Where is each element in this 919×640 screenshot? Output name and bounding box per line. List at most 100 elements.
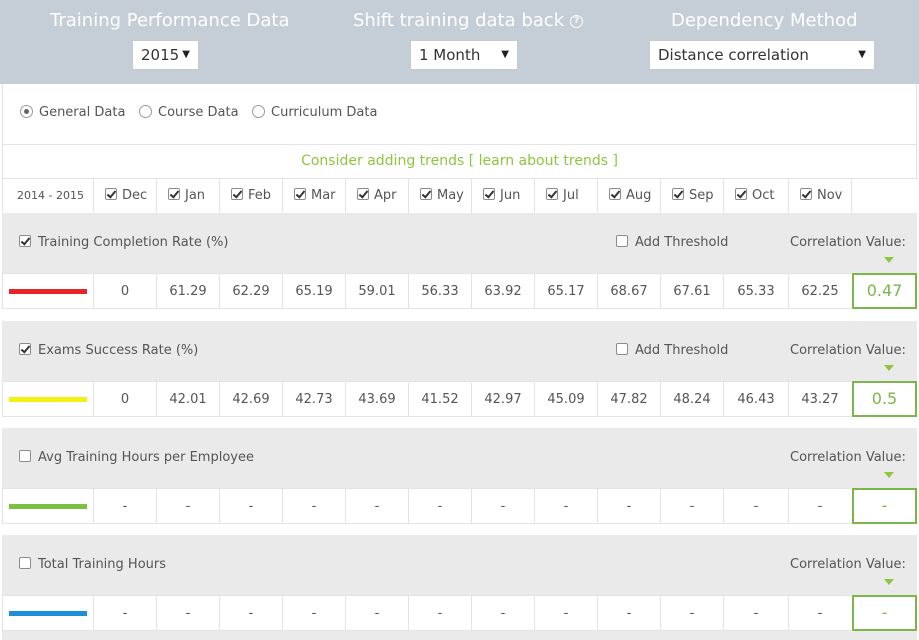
month-checkbox[interactable]	[609, 188, 621, 200]
value-cell: -	[93, 488, 156, 524]
caret-down-icon	[884, 579, 894, 585]
caret-down-icon	[884, 472, 894, 478]
value-cell: -	[660, 595, 723, 631]
radio-button[interactable]	[20, 105, 33, 118]
month-label: Feb	[248, 188, 272, 203]
metric-checkbox[interactable]	[19, 557, 31, 569]
value-cell: -	[471, 488, 534, 524]
correlation-value-label: Correlation Value:	[790, 450, 906, 465]
month-checkbox[interactable]	[800, 188, 812, 200]
month-checkbox[interactable]	[357, 188, 369, 200]
month-checkbox[interactable]	[294, 188, 306, 200]
threshold-checkbox[interactable]	[616, 343, 628, 355]
caret-down-icon	[884, 365, 894, 371]
radio-button[interactable]	[139, 105, 152, 118]
month-toggle-jan[interactable]: Jan	[156, 179, 219, 214]
month-toggle-jun[interactable]: Jun	[471, 179, 534, 214]
metric-toggle[interactable]: Total Training Hours	[19, 557, 166, 572]
month-label: Nov	[817, 188, 843, 203]
month-checkbox[interactable]	[105, 188, 117, 200]
value-cell: -	[660, 488, 723, 524]
radio-course-data[interactable]: Course Data	[139, 105, 239, 120]
add-threshold-toggle[interactable]: Add Threshold	[616, 343, 728, 358]
radio-button[interactable]	[252, 105, 265, 118]
month-header-row: 2014 - 2015 Dec Jan Feb Mar Apr May Jun Jul Aug S…	[2, 178, 917, 214]
value-cell: 61.29	[156, 273, 219, 309]
value-cell: -	[534, 488, 597, 524]
metric-toggle[interactable]: Exams Success Rate (%)	[19, 343, 198, 358]
month-toggle-nov[interactable]: Nov	[788, 179, 851, 214]
value-cell: -	[723, 595, 788, 631]
value-cell: -	[282, 595, 345, 631]
metric-checkbox[interactable]	[19, 235, 31, 247]
correlation-value-box: 0.47	[852, 273, 917, 309]
value-cell: 46.43	[723, 381, 788, 417]
series-color-cell	[2, 273, 93, 309]
value-cell: -	[156, 488, 219, 524]
question-circle-icon[interactable]: ?	[570, 14, 584, 28]
metric-label: Exams Success Rate (%)	[38, 343, 199, 358]
metric-values-row: -------------	[2, 595, 917, 631]
month-toggle-dec[interactable]: Dec	[93, 179, 156, 214]
header-bar: Training Performance Data 2015 ▼ Shift t…	[0, 0, 919, 84]
dependency-method-select[interactable]: Distance correlation ▼	[649, 40, 875, 70]
month-checkbox[interactable]	[735, 188, 747, 200]
value-cell: -	[408, 595, 471, 631]
threshold-label: Add Threshold	[635, 235, 729, 250]
trend-hint-text: Consider adding trends	[301, 153, 469, 169]
month-toggle-jul[interactable]: Jul	[534, 179, 597, 214]
metric-toggle[interactable]: Training Completion Rate (%)	[19, 235, 228, 250]
radio-curriculum-data[interactable]: Curriculum Data	[252, 105, 377, 120]
month-toggle-sep[interactable]: Sep	[660, 179, 723, 214]
value-cell: 45.09	[534, 381, 597, 417]
month-checkbox[interactable]	[420, 188, 432, 200]
month-checkbox[interactable]	[231, 188, 243, 200]
series-color-cell	[2, 488, 93, 524]
metric-values-row: -------------	[2, 488, 917, 524]
month-toggle-oct[interactable]: Oct	[723, 179, 788, 214]
dependency-select-value: Distance correlation	[658, 46, 809, 64]
month-checkbox[interactable]	[672, 188, 684, 200]
month-toggle-may[interactable]: May	[408, 179, 471, 214]
chevron-down-icon: ▼	[858, 49, 866, 60]
series-color-swatch	[9, 504, 87, 509]
year-select[interactable]: 2015 ▼	[132, 40, 199, 70]
threshold-checkbox[interactable]	[616, 235, 628, 247]
metric-header-band: Total Training Hours Correlation Value:	[2, 535, 917, 595]
metric-values-row: 0 61.29 62.29 65.19 59.01 56.33 63.92 65.17 68.6…	[2, 273, 917, 309]
value-cell: 42.73	[282, 381, 345, 417]
month-label: Dec	[122, 188, 148, 203]
shift-select[interactable]: 1 Month ▼	[410, 40, 518, 70]
month-checkbox[interactable]	[483, 188, 495, 200]
value-cell: -	[597, 595, 660, 631]
value-cell: -	[471, 595, 534, 631]
add-threshold-toggle[interactable]: Add Threshold	[616, 235, 728, 250]
value-cell: -	[156, 595, 219, 631]
metric-checkbox[interactable]	[19, 450, 31, 462]
value-cell: -	[597, 488, 660, 524]
value-cell: 62.29	[219, 273, 282, 309]
month-toggle-apr[interactable]: Apr	[345, 179, 408, 214]
value-cell: 65.19	[282, 273, 345, 309]
value-cell: -	[408, 488, 471, 524]
value-cell: -	[219, 595, 282, 631]
month-toggle-mar[interactable]: Mar	[282, 179, 345, 214]
radio-general-data[interactable]: General Data	[20, 105, 125, 120]
series-color-swatch	[9, 611, 87, 616]
value-cell: 0	[93, 273, 156, 309]
month-checkbox[interactable]	[546, 188, 558, 200]
caret-down-icon	[884, 257, 894, 263]
month-label: Sep	[689, 188, 714, 203]
month-checkbox[interactable]	[168, 188, 180, 200]
series-color-swatch	[9, 397, 87, 402]
metric-checkbox[interactable]	[19, 343, 31, 355]
value-cell: 43.27	[788, 381, 851, 417]
month-toggle-aug[interactable]: Aug	[597, 179, 660, 214]
value-cell: 42.01	[156, 381, 219, 417]
metric-toggle[interactable]: Avg Training Hours per Employee	[19, 450, 254, 465]
month-label: Jul	[563, 188, 579, 203]
month-toggle-feb[interactable]: Feb	[219, 179, 282, 214]
metric-values-row: 0 42.01 42.69 42.73 43.69 41.52 42.97 45.09 47.8…	[2, 381, 917, 417]
learn-about-trends-link[interactable]: [ learn about trends ]	[469, 153, 618, 169]
data-type-radio-group: General Data Course Data Curriculum Data	[2, 84, 917, 145]
